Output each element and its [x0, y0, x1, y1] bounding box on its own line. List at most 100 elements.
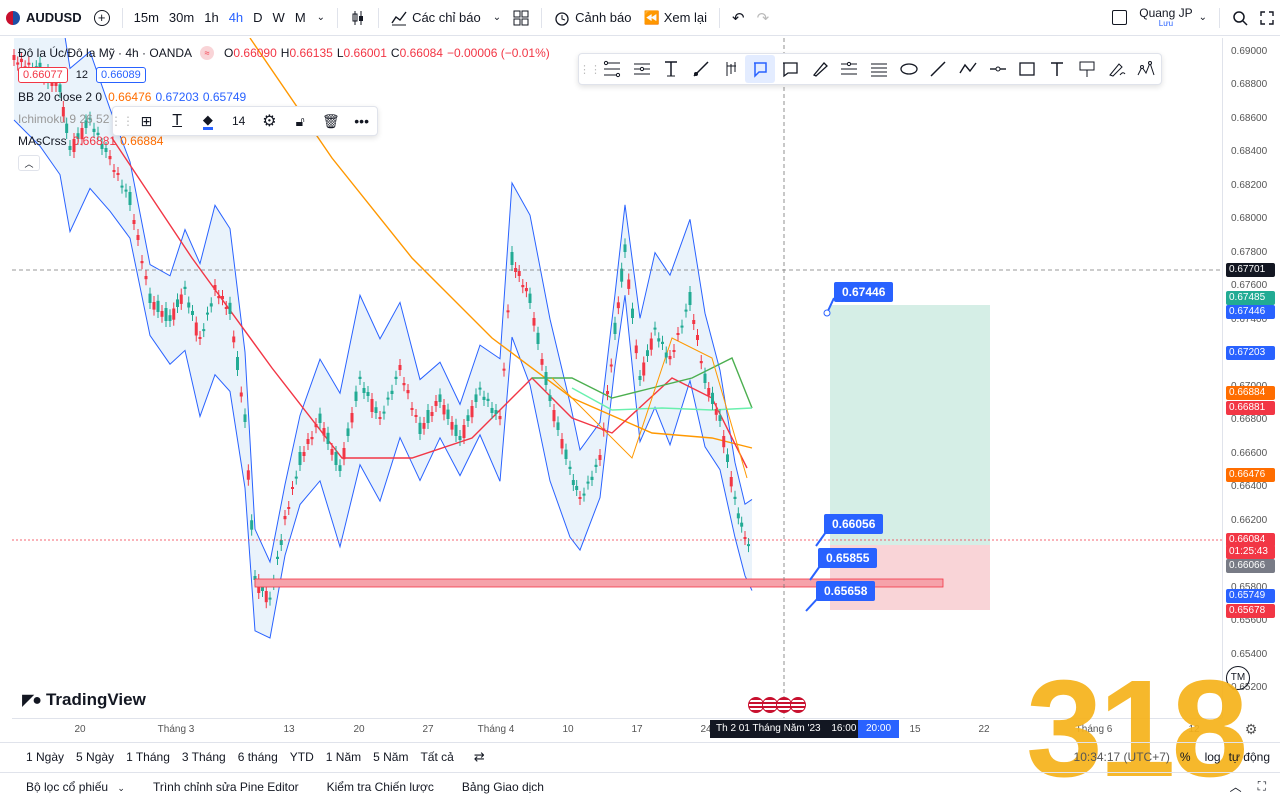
template-button[interactable]: ⊞	[131, 107, 162, 135]
pattern-tool[interactable]	[1131, 55, 1161, 83]
timeframe-d[interactable]: D	[248, 0, 267, 36]
clock-time[interactable]: 10:34:17 (UTC+7)	[1074, 750, 1170, 764]
maximize-panel-icon[interactable]: ⛶	[1258, 779, 1266, 794]
search-button[interactable]	[1226, 0, 1254, 36]
timeframe-15m[interactable]: 15m	[129, 0, 164, 36]
redo-button[interactable]: ↷	[751, 0, 776, 36]
range-button[interactable]: 1 Ngày	[20, 750, 70, 764]
events-flags[interactable]	[748, 697, 806, 713]
compare-add-button[interactable]: +	[88, 0, 116, 36]
lock-button[interactable]: 🔓︎	[285, 107, 316, 135]
log-toggle[interactable]: log	[1205, 750, 1221, 764]
line-icon	[930, 61, 946, 77]
flag-tool[interactable]	[1072, 55, 1102, 83]
line-tool[interactable]	[924, 55, 954, 83]
buy-button[interactable]: 0.66089	[96, 67, 146, 83]
stop-price-label[interactable]: 0.65658	[816, 581, 876, 601]
goto-date-icon[interactable]: ⇄	[474, 749, 485, 765]
indicators-dropdown-chevron-icon[interactable]: ⌄	[487, 0, 507, 36]
fib-retracement-tool[interactable]	[597, 55, 627, 83]
ohlc-low: 0.66001	[343, 46, 387, 60]
chart-type-button[interactable]	[344, 0, 372, 36]
collapse-panel-icon[interactable]: ︿	[1230, 778, 1242, 795]
callout-tool[interactable]	[745, 55, 776, 83]
drag-handle-icon[interactable]: ⋮⋮	[579, 55, 601, 83]
tab-pine-editor[interactable]: Trình chỉnh sửa Pine Editor	[139, 780, 313, 794]
price-axis[interactable]: 0.69000 0.68800 0.68600 0.68400 0.68200 0.680…	[1222, 38, 1280, 718]
range-button[interactable]: 3 Tháng	[176, 750, 232, 764]
sell-button[interactable]: 0.66077	[18, 67, 68, 83]
layout-select-button[interactable]: Quang JP Lưu ⌄	[1106, 0, 1213, 36]
drag-handle-icon[interactable]: ⋮⋮	[110, 107, 134, 135]
tradingview-logo[interactable]: ◤● TradingView	[22, 690, 146, 710]
fib-extension-tool[interactable]	[627, 55, 657, 83]
range-button[interactable]: 5 Năm	[367, 750, 414, 764]
tab-trading-panel[interactable]: Bảng Giao dịch	[448, 780, 558, 794]
pitchfork-tool[interactable]	[716, 55, 746, 83]
percent-toggle[interactable]: %	[1180, 750, 1191, 764]
timeframe-1h[interactable]: 1h	[199, 0, 223, 36]
range-button[interactable]: 6 tháng	[232, 750, 284, 764]
horizontal-lines-tool[interactable]	[864, 55, 894, 83]
candle-body	[179, 294, 183, 304]
fib-channel-tool[interactable]	[835, 55, 865, 83]
pitchfork-icon	[726, 62, 736, 76]
settings-button[interactable]: ⚙	[254, 107, 285, 135]
brush-tool[interactable]	[805, 55, 835, 83]
target-price-label[interactable]: 0.67446	[834, 282, 894, 302]
candle-body	[524, 288, 528, 292]
alerts-button[interactable]: Cảnh báo	[548, 0, 637, 36]
undo-button[interactable]: ↶	[726, 0, 751, 36]
timeframe-30m[interactable]: 30m	[164, 0, 199, 36]
ohlc-change: −0.00006 (−0.01%)	[446, 46, 550, 60]
range-button[interactable]: YTD	[284, 750, 320, 764]
legend-collapse-button[interactable]: ︿	[18, 155, 40, 171]
highlighter-tool[interactable]	[1102, 55, 1132, 83]
candle-body	[586, 481, 590, 484]
indicators-button[interactable]: Các chỉ báo	[385, 0, 487, 36]
replay-button[interactable]: ⏪ Xem lại	[638, 0, 714, 36]
fib-icon	[603, 60, 620, 78]
range-button[interactable]: 1 Năm	[320, 750, 367, 764]
path-tool[interactable]	[953, 55, 983, 83]
timeframe-m[interactable]: M	[290, 0, 311, 36]
color-button[interactable]: ◆	[193, 107, 224, 135]
text-tool[interactable]	[656, 55, 686, 83]
candle-body	[474, 394, 478, 402]
tab-strategy-tester[interactable]: Kiểm tra Chiến lược	[313, 780, 448, 794]
delete-button[interactable]: 🗑︎	[316, 107, 347, 135]
font-size-button[interactable]: 14	[223, 107, 254, 135]
layouts-button[interactable]	[507, 0, 535, 36]
timeframe-dropdown-chevron-icon[interactable]: ⌄	[311, 0, 331, 36]
text-label-tool[interactable]	[1042, 55, 1072, 83]
more-dots-icon: •••	[354, 113, 369, 129]
candle-body	[358, 376, 362, 379]
candle-body	[613, 322, 617, 334]
square-icon	[1112, 10, 1128, 25]
trend-line-tool[interactable]	[686, 55, 716, 83]
range-button[interactable]: 5 Ngày	[70, 750, 120, 764]
comment-tool[interactable]	[775, 55, 805, 83]
bb-legend-row[interactable]: BB 20 close 2 0 0.66476 0.67203 0.65749	[18, 86, 550, 108]
horizontal-ray-tool[interactable]	[983, 55, 1013, 83]
candle-body	[442, 405, 446, 415]
axis-settings-gear-icon[interactable]: ⚙	[1245, 721, 1258, 738]
fullscreen-button[interactable]	[1254, 0, 1280, 36]
auto-toggle[interactable]: tự động	[1229, 750, 1270, 764]
level-price-label[interactable]: 0.65855	[818, 548, 878, 568]
symbol-search[interactable]: AUDUSD	[0, 0, 88, 36]
ellipse-tool[interactable]	[894, 55, 924, 83]
timeframe-4h[interactable]: 4h	[224, 0, 248, 36]
candle-body	[370, 399, 374, 412]
text-button[interactable]: T	[162, 107, 193, 135]
candle-body	[426, 410, 430, 423]
range-button[interactable]: 1 Tháng	[120, 750, 176, 764]
tab-stock-screener[interactable]: Bộ lọc cổ phiếu ⌄	[0, 780, 139, 794]
entry-price-label[interactable]: 0.66056	[824, 514, 884, 534]
range-button[interactable]: Tất cả	[414, 750, 459, 764]
timeframe-w[interactable]: W	[268, 0, 290, 36]
more-button[interactable]: •••	[346, 107, 377, 135]
rectangle-tool[interactable]	[1013, 55, 1043, 83]
candle-body	[378, 417, 382, 419]
candle-body	[680, 325, 684, 328]
